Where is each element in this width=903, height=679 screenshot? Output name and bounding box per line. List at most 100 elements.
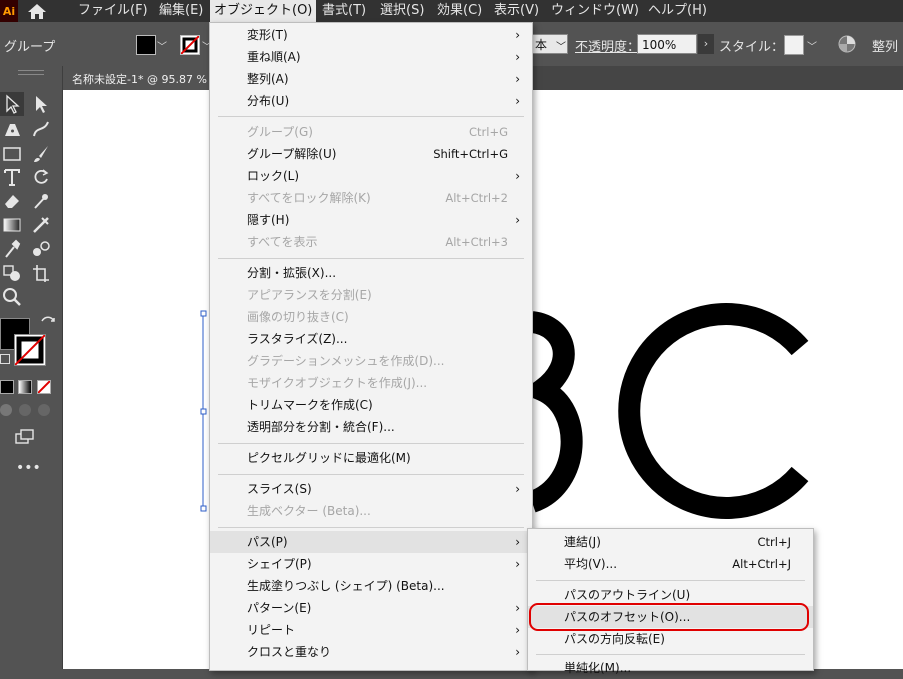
menu-item-unlock-all[interactable]: すべてをロック解除(K) Alt+Ctrl+2: [210, 187, 532, 209]
tools-panel: •••: [0, 66, 63, 669]
paintbrush-tool-icon[interactable]: [30, 143, 52, 165]
gradient-tool-icon[interactable]: [1, 214, 23, 236]
menu-item-group[interactable]: グループ(G) Ctrl+G: [210, 121, 532, 143]
menu-item-repeat[interactable]: リピート ›: [210, 619, 532, 641]
style-chevron-icon[interactable]: ﹀: [556, 38, 566, 53]
selection-handle[interactable]: [200, 310, 207, 317]
menu-item-transform[interactable]: 変形(T) ›: [210, 24, 532, 46]
menu-item-rasterize[interactable]: ラスタライズ(Z)...: [210, 328, 532, 350]
menu-item-intersect[interactable]: クロスと重なり ›: [210, 641, 532, 663]
opacity-label[interactable]: 不透明度：: [575, 36, 640, 55]
align-label[interactable]: 整列: [872, 36, 898, 55]
menu-item-path[interactable]: パス(P) ›: [210, 531, 532, 553]
highlight-ring: [529, 603, 809, 631]
swap-fill-stroke-icon[interactable]: [37, 313, 59, 335]
style-label: スタイル：: [719, 40, 785, 55]
submenu-item-simplify[interactable]: 単純化(M)...: [528, 657, 813, 679]
fill-swatch[interactable]: [136, 35, 156, 55]
chevron-right-icon: ›: [515, 28, 520, 42]
eraser-tool-icon[interactable]: [1, 190, 23, 212]
menu-item-pattern[interactable]: パターン(E) ›: [210, 597, 532, 619]
document-tab[interactable]: 名称未設定-1* @ 95.87 %: [62, 66, 213, 90]
none-mode-icon[interactable]: [37, 380, 51, 394]
draw-inside-icon[interactable]: [38, 404, 50, 416]
app-logo: Ai: [0, 0, 18, 22]
selection-handle[interactable]: [200, 408, 207, 415]
menu-help[interactable]: ヘルプ(H): [644, 0, 711, 22]
menu-bar: Ai ファイル(F) 編集(E) オブジェクト(O) 書式(T) 選択(S) 効…: [0, 0, 903, 22]
menu-item-flatten-transparency[interactable]: 透明部分を分割・統合(F)...: [210, 416, 532, 438]
submenu-item-reverse-direction[interactable]: パスの方向反転(E): [528, 628, 813, 650]
panel-grip[interactable]: [18, 70, 44, 75]
menu-separator: [218, 443, 524, 444]
chevron-right-icon: ›: [515, 50, 520, 64]
menu-item-hide[interactable]: 隠す(H) ›: [210, 209, 532, 231]
menu-item-distribute[interactable]: 分布(U) ›: [210, 90, 532, 112]
chevron-right-icon: ›: [515, 557, 520, 571]
menu-item-trim-marks[interactable]: トリムマークを作成(C): [210, 394, 532, 416]
menu-item-mosaic[interactable]: モザイクオブジェクトを作成(J)...: [210, 372, 532, 394]
recolor-icon[interactable]: [838, 35, 856, 53]
mesh-tool-icon[interactable]: [30, 214, 52, 236]
chevron-right-icon: ›: [515, 535, 520, 549]
menu-item-align[interactable]: 整列(A) ›: [210, 68, 532, 90]
more-tools-icon[interactable]: •••: [16, 460, 41, 476]
curvature-tool-icon[interactable]: [30, 118, 52, 140]
chevron-right-icon: ›: [515, 213, 520, 227]
direct-selection-tool-icon[interactable]: [30, 93, 52, 115]
menu-edit[interactable]: 編集(E): [155, 0, 207, 22]
color-mode-icon[interactable]: [0, 380, 14, 394]
menu-view[interactable]: 表示(V): [490, 0, 543, 22]
menu-item-generative-fill[interactable]: 生成塗りつぶし (シェイプ) (Beta)...: [210, 575, 532, 597]
home-icon[interactable]: [26, 3, 48, 20]
opacity-arrow-icon[interactable]: ›: [698, 34, 714, 54]
menu-effect[interactable]: 効果(C): [433, 0, 486, 22]
glyph-b[interactable]: [519, 311, 583, 513]
pen-tool-icon[interactable]: [1, 118, 23, 140]
selection-tool-icon[interactable]: [1, 93, 23, 115]
submenu-item-average[interactable]: 平均(V)... Alt+Ctrl+J: [528, 553, 813, 575]
graphic-style-swatch[interactable]: [784, 35, 804, 55]
menu-item-crop-image[interactable]: 画像の切り抜き(C): [210, 306, 532, 328]
menu-type[interactable]: 書式(T): [318, 0, 370, 22]
rectangle-tool-icon[interactable]: [1, 143, 23, 165]
menu-item-ungroup[interactable]: グループ解除(U) Shift+Ctrl+G: [210, 143, 532, 165]
shape-builder-tool-icon[interactable]: [1, 262, 23, 284]
eyedropper-tool-icon[interactable]: [1, 238, 23, 260]
menu-item-shape[interactable]: シェイプ(P) ›: [210, 553, 532, 575]
menu-item-expand-appearance[interactable]: アピアランスを分割(E): [210, 284, 532, 306]
submenu-item-join[interactable]: 連結(J) Ctrl+J: [528, 531, 813, 553]
glyph-c[interactable]: [618, 303, 809, 519]
selection-handle[interactable]: [200, 505, 207, 512]
chevron-right-icon: ›: [515, 623, 520, 637]
opacity-input[interactable]: 100%: [637, 34, 697, 54]
menu-item-pixel-perfect[interactable]: ピクセルグリッドに最適化(M): [210, 447, 532, 469]
blend-tool-icon[interactable]: [30, 238, 52, 260]
graphic-style-chevron-icon[interactable]: ﹀: [807, 38, 817, 53]
default-colors-icon[interactable]: [0, 354, 10, 364]
gradient-mode-icon[interactable]: [18, 380, 32, 394]
menu-item-lock[interactable]: ロック(L) ›: [210, 165, 532, 187]
draw-normal-icon[interactable]: [0, 404, 12, 416]
menu-item-gradient-mesh[interactable]: グラデーションメッシュを作成(D)...: [210, 350, 532, 372]
menu-item-show-all[interactable]: すべてを表示 Alt+Ctrl+3: [210, 231, 532, 253]
menu-object[interactable]: オブジェクト(O): [210, 0, 317, 22]
rotate-tool-icon[interactable]: [30, 166, 52, 188]
chevron-right-icon: ›: [515, 169, 520, 183]
menu-item-slice[interactable]: スライス(S) ›: [210, 478, 532, 500]
artboard-tool-icon[interactable]: [30, 262, 52, 284]
fill-chevron-icon[interactable]: ﹀: [157, 38, 167, 53]
menu-file[interactable]: ファイル(F): [74, 0, 152, 22]
menu-item-expand[interactable]: 分割・拡張(X)...: [210, 262, 532, 284]
menu-window[interactable]: ウィンドウ(W): [547, 0, 643, 22]
menu-item-generative-vector[interactable]: 生成ベクター (Beta)...: [210, 500, 532, 522]
stroke-swatch[interactable]: [180, 35, 200, 55]
menu-item-arrange[interactable]: 重ね順(A) ›: [210, 46, 532, 68]
puppet-warp-tool-icon[interactable]: [30, 190, 52, 212]
stroke-color-box[interactable]: [14, 334, 46, 366]
type-tool-icon[interactable]: [1, 166, 23, 188]
draw-behind-icon[interactable]: [19, 404, 31, 416]
zoom-tool-icon[interactable]: [1, 286, 23, 308]
screen-mode-icon[interactable]: [13, 426, 35, 448]
menu-select[interactable]: 選択(S): [376, 0, 428, 22]
